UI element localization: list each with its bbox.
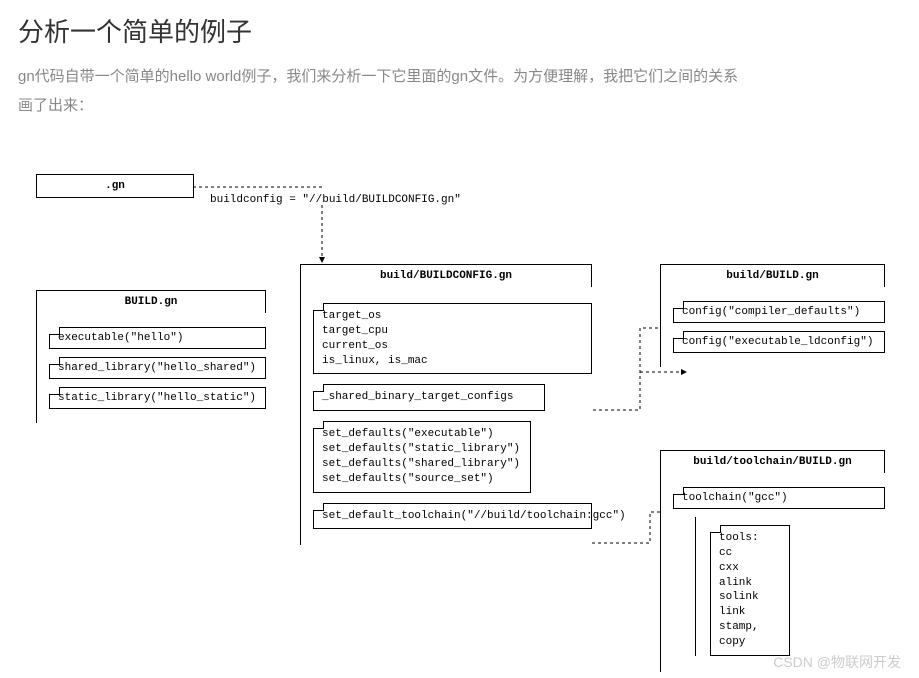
page-title: 分析一个简单的例子 xyxy=(0,0,919,49)
intro-paragraph: gn代码自带一个简单的hello world例子，我们来分析一下它里面的gn文件… xyxy=(0,49,760,120)
build-gn-item: shared_library("hello_shared") xyxy=(49,357,266,379)
toolchain-tools: tools: cc cxx alink solink link stamp, c… xyxy=(710,525,790,656)
buildconfig-assignment: buildconfig = "//build/BUILDCONFIG.gn" xyxy=(210,194,461,206)
buildconfig-gn-title: build/BUILDCONFIG.gn xyxy=(300,264,592,287)
build-build-gn-title: build/BUILD.gn xyxy=(660,264,885,287)
build-build-gn-item: config("executable_ldconfig") xyxy=(673,331,885,353)
diagram: .gn buildconfig = "//build/BUILDCONFIG.g… xyxy=(0,150,919,670)
build-build-gn-node: build/BUILD.gn config("compiler_defaults… xyxy=(660,264,885,367)
build-gn-node: BUILD.gn executable("hello") shared_libr… xyxy=(36,290,266,423)
watermark: CSDN @物联网开发 xyxy=(773,652,901,672)
buildconfig-shared: _shared_binary_target_configs xyxy=(313,384,545,411)
toolchain-gn-node: build/toolchain/BUILD.gn toolchain("gcc"… xyxy=(660,450,885,672)
build-gn-item: static_library("hello_static") xyxy=(49,387,266,409)
build-gn-title: BUILD.gn xyxy=(36,290,266,313)
toolchain-gn-title: build/toolchain/BUILD.gn xyxy=(660,450,885,473)
gn-file-box: .gn xyxy=(36,174,194,198)
buildconfig-vars: target_os target_cpu current_os is_linux… xyxy=(313,303,592,374)
build-gn-item: executable("hello") xyxy=(49,327,266,349)
buildconfig-defaults: set_defaults("executable") set_defaults(… xyxy=(313,421,531,492)
buildconfig-gn-node: build/BUILDCONFIG.gn target_os target_cp… xyxy=(300,264,592,545)
build-build-gn-item: config("compiler_defaults") xyxy=(673,301,885,323)
toolchain-gn-item: toolchain("gcc") xyxy=(673,487,885,509)
buildconfig-toolchain: set_default_toolchain("//build/toolchain… xyxy=(313,503,592,530)
